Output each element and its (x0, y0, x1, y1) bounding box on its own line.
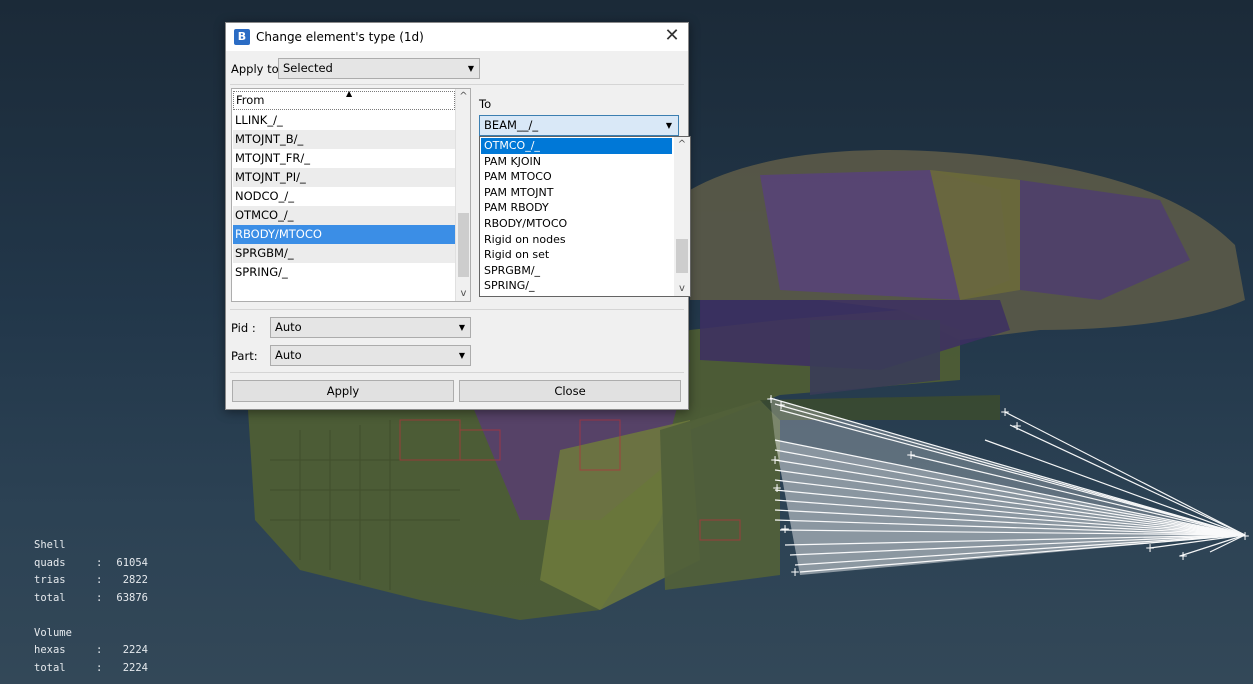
apply-to-select[interactable]: Selected ▼ (278, 58, 480, 79)
svg-text:+: + (1145, 541, 1155, 555)
pid-select[interactable]: Auto ▼ (270, 317, 471, 338)
list-item[interactable]: MTOJNT_FR/_ (233, 149, 456, 168)
stat-value: 2822 (122, 574, 148, 586)
volume-heading: Volume (34, 626, 72, 639)
svg-text:+: + (776, 398, 786, 412)
stat-label: hexas (34, 644, 66, 656)
dropdown-option[interactable]: PAM KJOIN (481, 154, 672, 170)
list-item[interactable]: LLINK_/_ (233, 111, 456, 130)
chevron-down-icon: ▼ (665, 121, 672, 130)
svg-text:+: + (766, 392, 776, 406)
svg-text:+: + (1240, 529, 1250, 543)
stat-value: 63876 (116, 591, 148, 604)
svg-text:+: + (906, 448, 916, 462)
svg-text:+: + (1012, 419, 1022, 433)
from-header-label: From (236, 93, 265, 107)
stat-value: 61054 (116, 556, 148, 569)
dropdown-option[interactable]: PAM RBODY (481, 200, 672, 216)
dropdown-option-selected[interactable]: OTMCO_/_ (481, 138, 672, 154)
list-item[interactable]: OTMCO_/_ (233, 206, 456, 225)
stat-label: quads (34, 556, 66, 569)
stat-label: trias (34, 574, 66, 586)
svg-text:+: + (790, 565, 800, 579)
stat-row-trias: trias:2822 (34, 572, 148, 590)
dropdown-option[interactable]: SPRGBM/_ (481, 263, 672, 279)
stat-row-hexas: hexas:2224 (34, 642, 148, 660)
list-item[interactable]: SPRGBM/_ (233, 244, 456, 263)
scroll-down-arrow-icon[interactable]: v (674, 283, 690, 294)
element-statistics-overlay: Shell quads:61054 trias:2822 total:63876… (34, 537, 148, 677)
scrollbar-thumb[interactable] (676, 239, 688, 273)
app-logo-icon: B (234, 29, 250, 45)
from-list[interactable]: ▲ From LLINK_/_ MTOJNT_B/_ MTOJNT_FR/_ M… (231, 88, 471, 302)
list-item[interactable]: MTOJNT_B/_ (233, 130, 456, 149)
close-icon[interactable]: ✕ (662, 25, 682, 47)
list-item[interactable]: SPRING/_ (233, 263, 456, 282)
stat-value: 2224 (122, 644, 148, 656)
chevron-down-icon: ▼ (458, 351, 465, 360)
chevron-down-icon: ▼ (467, 64, 474, 73)
to-type-select[interactable]: BEAM__/_ ▼ (479, 115, 679, 136)
list-item-selected[interactable]: RBODY/MTOCO (233, 225, 456, 244)
svg-text:+: + (780, 522, 790, 536)
stat-row-quads: quads:61054 (34, 555, 148, 573)
pid-label: Pid : (231, 321, 256, 335)
dropdown-option[interactable]: RBODY/MTOCO (481, 216, 672, 232)
from-list-scrollbar[interactable]: ^ v (455, 89, 470, 301)
svg-text:+: + (770, 453, 780, 467)
from-column-header[interactable]: ▲ From (233, 89, 455, 110)
scrollbar-thumb[interactable] (458, 213, 469, 277)
pid-value: Auto (275, 320, 302, 334)
dialog-titlebar[interactable]: B Change element's type (1d) ✕ (226, 23, 688, 51)
dropdown-option[interactable]: SPRING/_ (481, 278, 672, 294)
svg-text:+: + (772, 481, 782, 495)
stat-value: 2224 (122, 661, 148, 674)
dropdown-option[interactable]: Rigid on nodes (481, 232, 672, 248)
chevron-down-icon: ▼ (458, 323, 465, 332)
part-select[interactable]: Auto ▼ (270, 345, 471, 366)
dropdown-option[interactable]: Rigid on set (481, 247, 672, 263)
apply-to-label: Apply to (231, 62, 279, 76)
sort-ascending-icon: ▲ (346, 89, 353, 98)
apply-button[interactable]: Apply (232, 380, 454, 402)
list-item[interactable]: MTOJNT_PI/_ (233, 168, 456, 187)
stat-label: total (34, 591, 66, 604)
dialog-title: Change element's type (1d) (256, 30, 424, 44)
separator (230, 309, 684, 310)
stat-row-volume-total: total:2224 (34, 660, 148, 678)
svg-text:+: + (1000, 405, 1010, 419)
separator (230, 84, 684, 85)
shell-heading: Shell (34, 539, 66, 551)
stat-row-shell-total: total:63876 (34, 590, 148, 608)
part-label: Part: (231, 349, 258, 363)
to-label: To (479, 97, 492, 111)
part-value: Auto (275, 348, 302, 362)
apply-to-value: Selected (283, 61, 333, 75)
list-item[interactable]: NODCO_/_ (233, 187, 456, 206)
scroll-up-arrow-icon[interactable]: ^ (674, 139, 690, 150)
change-element-type-dialog: B Change element's type (1d) ✕ Apply to … (225, 22, 691, 410)
close-button[interactable]: Close (459, 380, 681, 402)
to-type-value: BEAM__/_ (484, 118, 539, 132)
separator (230, 372, 684, 373)
stat-label: total (34, 661, 66, 674)
to-type-dropdown-list[interactable]: OTMCO_/_ PAM KJOIN PAM MTOCO PAM MTOJNT … (479, 136, 691, 297)
dropdown-scrollbar[interactable]: ^ v (674, 137, 690, 296)
dropdown-option[interactable]: PAM MTOCO (481, 169, 672, 185)
scroll-up-arrow-icon[interactable]: ^ (456, 91, 471, 102)
scroll-down-arrow-icon[interactable]: v (456, 288, 471, 299)
dropdown-option[interactable]: PAM MTOJNT (481, 185, 672, 201)
svg-text:+: + (1178, 549, 1188, 563)
